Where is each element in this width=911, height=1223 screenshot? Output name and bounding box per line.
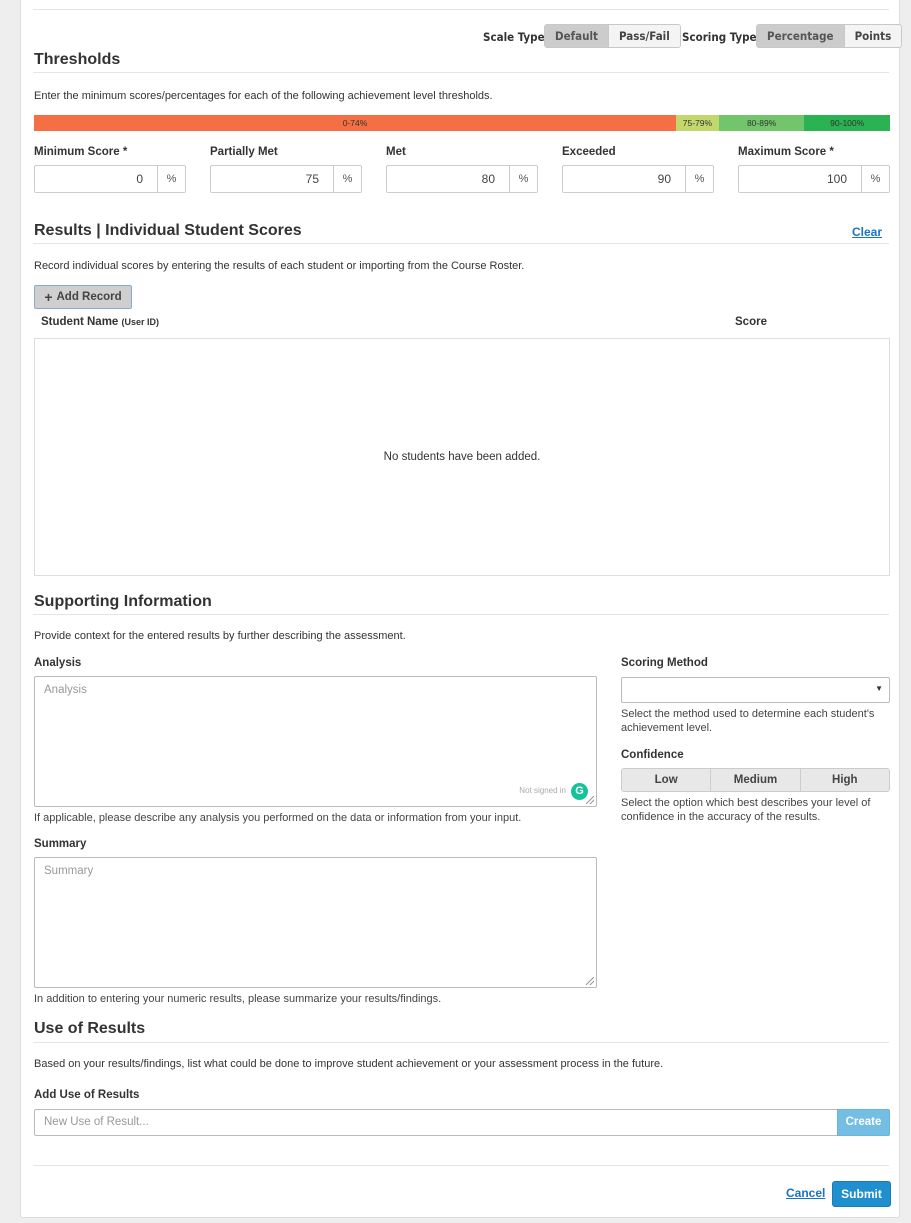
add-record-button[interactable]: + Add Record [34,285,132,309]
score-column-header: Score [735,316,767,328]
percent-addon: % [509,166,537,192]
threshold-segment-below: 0-74% [34,115,676,131]
confidence-medium-button[interactable]: Medium [710,769,800,791]
threshold-segment-exceeded: 90-100% [804,115,890,131]
create-button[interactable]: Create [837,1109,890,1136]
maximum-score-input[interactable]: 100 [739,166,861,192]
scale-type-label: Scale Type [483,30,545,44]
scoring-method-help-text: Select the method used to determine each… [621,708,875,734]
assessment-form-card: Scale Type Default Pass/Fail Scoring Typ… [20,0,903,1218]
scoring-type-toggle: Percentage Points [756,24,903,48]
cancel-link[interactable]: Cancel [786,1186,825,1200]
met-field: 80 % [386,165,538,193]
summary-label: Summary [34,838,87,850]
use-of-results-divider [33,1042,889,1043]
footer-divider [33,1165,889,1166]
results-description: Record individual scores by entering the… [34,260,525,272]
thresholds-divider [33,72,889,73]
scoring-type-points-button[interactable]: Points [843,25,902,47]
top-divider [33,9,889,10]
resize-grip-icon[interactable] [586,796,594,804]
maximum-score-label: Maximum Score * [738,146,834,158]
user-id-header-label: (User ID) [121,317,160,327]
use-of-results-description: Based on your results/findings, list wha… [34,1058,664,1070]
resize-grip-icon[interactable] [586,977,594,985]
met-label: Met [386,146,406,158]
confidence-help-text: Select the option which best describes y… [621,797,871,823]
analysis-textarea[interactable]: Analysis Not signed in G [34,676,597,807]
confidence-low-button[interactable]: Low [622,769,711,791]
dropdown-arrow-icon: ▼ [875,684,883,693]
clear-link[interactable]: Clear [852,225,882,239]
met-input[interactable]: 80 [387,166,509,192]
exceeded-label: Exceeded [562,146,616,158]
percent-addon: % [685,166,713,192]
empty-table-message: No students have been added. [383,451,541,463]
submit-button[interactable]: Submit [832,1181,891,1207]
grammar-status-text: Not signed in [519,786,566,795]
student-scores-table: No students have been added. [34,338,890,576]
confidence-label: Confidence [621,749,684,761]
use-of-results-title: Use of Results [34,1020,146,1037]
student-name-header-label: Student Name [41,316,119,328]
scale-type-default-button[interactable]: Default [545,25,608,47]
supporting-description: Provide context for the entered results … [34,630,406,642]
scoring-type-label: Scoring Type [682,30,757,44]
summary-help-text: In addition to entering your numeric res… [34,993,442,1005]
thresholds-description: Enter the minimum scores/percentages for… [34,90,493,102]
new-use-of-result-input[interactable]: New Use of Result... [34,1109,837,1136]
supporting-divider [33,614,889,615]
partially-met-label: Partially Met [210,146,278,158]
new-use-of-result-placeholder: New Use of Result... [44,1116,149,1128]
confidence-high-button[interactable]: High [799,769,889,791]
exceeded-field: 90 % [562,165,714,193]
scale-type-toggle: Default Pass/Fail [544,24,681,48]
add-record-label: Add Record [56,291,122,303]
percent-addon: % [333,166,361,192]
threshold-bar: 0-74% 75-79% 80-89% 90-100% [34,115,890,131]
scoring-method-select[interactable]: ▼ [621,677,890,703]
analysis-label: Analysis [34,657,82,669]
exceeded-input[interactable]: 90 [563,166,685,192]
partially-met-field: 75 % [210,165,362,193]
maximum-score-field: 100 % [738,165,890,193]
student-name-column-header: Student Name (User ID) [41,316,159,328]
threshold-segment-met: 80-89% [718,115,805,131]
minimum-score-input[interactable]: 0 [35,166,157,192]
results-title: Results | Individual Student Scores [34,222,302,239]
analysis-help-text: If applicable, please describe any analy… [34,812,522,824]
summary-placeholder: Summary [44,865,94,877]
percent-addon: % [157,166,185,192]
thresholds-title: Thresholds [34,51,121,68]
plus-icon: + [44,289,53,305]
supporting-info-title: Supporting Information [34,593,212,610]
threshold-segment-partial: 75-79% [676,115,719,131]
scale-type-passfail-button[interactable]: Pass/Fail [607,25,680,47]
minimum-score-field: 0 % [34,165,186,193]
scoring-type-percentage-button[interactable]: Percentage [757,25,844,47]
analysis-placeholder: Analysis [44,684,87,696]
add-use-of-results-label: Add Use of Results [34,1089,140,1101]
summary-textarea[interactable]: Summary [34,857,597,988]
partially-met-input[interactable]: 75 [211,166,333,192]
percent-addon: % [861,166,889,192]
confidence-toggle: Low Medium High [621,768,890,792]
results-divider [33,243,889,244]
scoring-method-label: Scoring Method [621,657,708,669]
minimum-score-label: Minimum Score * [34,146,128,158]
